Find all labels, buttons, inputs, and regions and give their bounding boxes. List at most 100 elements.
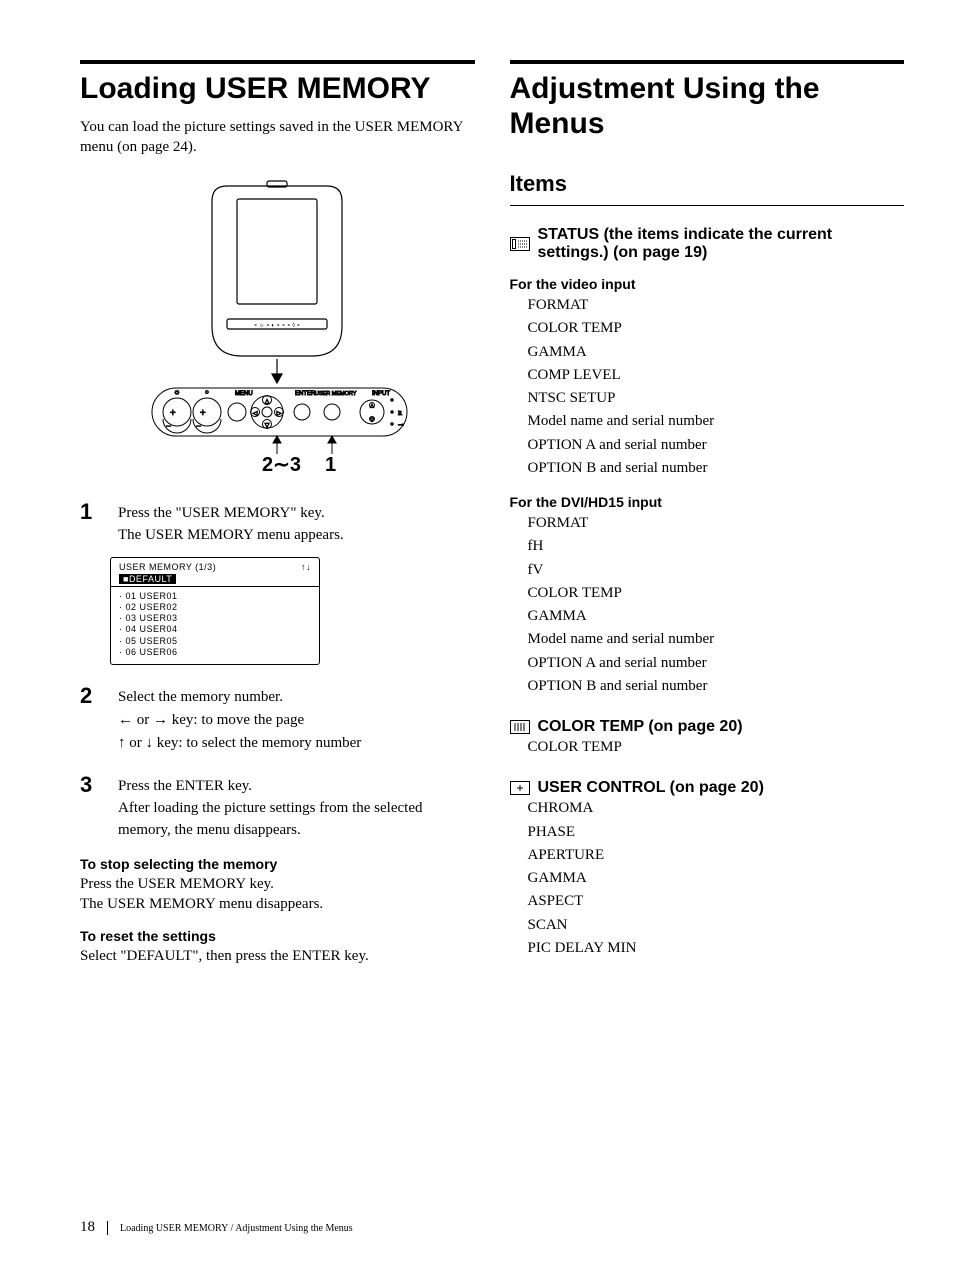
menu-title: USER MEMORY (1/3) — [119, 562, 216, 572]
enter-label: ENTER — [295, 391, 316, 397]
list-item: fV — [528, 559, 905, 582]
callout-1: 1 — [325, 454, 336, 476]
list-item: COLOR TEMP — [528, 317, 905, 340]
right-column: Adjustment Using the Menus Items STATUS … — [510, 60, 905, 966]
list-item: fH — [528, 535, 905, 558]
svg-text:−: − — [166, 421, 171, 431]
list-item: COLOR TEMP — [528, 736, 905, 759]
list-item: ASPECT — [528, 890, 905, 913]
list-item: FORMAT — [528, 512, 905, 535]
left-arrow-icon: ← — [118, 711, 133, 728]
reset-heading: To reset the settings — [80, 928, 475, 944]
monitor-dots: ∘ ☼ ∘ ◐ ∘ ∘ ∘ ◊ ∘ — [254, 322, 301, 329]
svg-text:△: △ — [265, 399, 270, 405]
step-1-line-1: Press the "USER MEMORY" key. — [118, 503, 344, 525]
step-number: 2 — [80, 683, 102, 754]
user-memory-menu-figure: USER MEMORY (1/3) ↑↓ ■DEFAULT · 01 USER0… — [110, 557, 320, 666]
list-item: NTSC SETUP — [528, 387, 905, 410]
input-label: INPUT — [372, 391, 390, 397]
color-temp-icon — [510, 720, 530, 734]
svg-text:+: + — [170, 408, 176, 419]
user-control-icon — [510, 781, 530, 795]
heading-loading-user-memory: Loading USER MEMORY — [80, 72, 475, 107]
list-item: PIC DELAY MIN — [528, 937, 905, 960]
list-item: OPTION B and serial number — [528, 675, 905, 698]
menu-entry: · 05 USER05 — [119, 636, 311, 647]
user-memory-label: USER MEMORY — [315, 391, 357, 397]
stop-line-1: Press the USER MEMORY key. — [80, 874, 475, 894]
step-2: 2 Select the memory number. ← or → key: … — [80, 683, 475, 754]
list-item: Model name and serial number — [528, 628, 905, 651]
video-input-head: For the video input — [510, 276, 905, 292]
list-item: FORMAT — [528, 294, 905, 317]
step-1: 1 Press the "USER MEMORY" key. The USER … — [80, 499, 475, 547]
status-section-head: STATUS (the items indicate the current s… — [510, 226, 905, 262]
list-item: OPTION B and serial number — [528, 457, 905, 480]
step-number: 1 — [80, 499, 102, 547]
svg-text:△: △ — [370, 403, 374, 409]
list-item: COMP LEVEL — [528, 364, 905, 387]
menu-entry: · 02 USER02 — [119, 602, 311, 613]
rule — [80, 60, 475, 64]
menu-arrows: ↑↓ — [301, 562, 311, 572]
menu-entry: · 03 USER03 — [119, 613, 311, 624]
status-icon — [510, 237, 530, 251]
menu-label: MENU — [235, 391, 253, 397]
step-2-line-1: Select the memory number. — [118, 687, 361, 709]
down-arrow-icon: ↓ — [146, 734, 154, 751]
rule — [510, 60, 905, 64]
list-item: Model name and serial number — [528, 410, 905, 433]
svg-text:R: R — [398, 411, 402, 417]
list-item: GAMMA — [528, 867, 905, 890]
footer-separator — [107, 1221, 108, 1235]
callout-2-3: 2∼3 — [262, 454, 301, 476]
status-head-text: STATUS (the items indicate the current s… — [538, 226, 905, 262]
list-item: GAMMA — [528, 605, 905, 628]
step-3-line-2: After loading the picture settings from … — [118, 798, 475, 842]
stop-line-2: The USER MEMORY menu disappears. — [80, 894, 475, 914]
thin-rule — [510, 205, 905, 206]
list-item: COLOR TEMP — [528, 582, 905, 605]
footer-text: Loading USER MEMORY / Adjustment Using t… — [120, 1223, 353, 1234]
svg-text:◐: ◐ — [205, 388, 209, 396]
svg-text:☼: ☼ — [174, 388, 180, 396]
monitor-figure: ∘ ☼ ∘ ◐ ∘ ∘ ∘ ◊ ∘ + − ☼ + − ◐ MENU — [127, 171, 427, 481]
list-item: CHROMA — [528, 797, 905, 820]
step-number: 3 — [80, 772, 102, 841]
menu-entry: · 04 USER04 — [119, 624, 311, 635]
reset-line-1: Select "DEFAULT", then press the ENTER k… — [80, 946, 475, 966]
svg-text:+: + — [200, 408, 206, 419]
step-3: 3 Press the ENTER key. After loading the… — [80, 772, 475, 841]
list-item: APERTURE — [528, 844, 905, 867]
menu-entry: · 06 USER06 — [119, 647, 311, 658]
list-item: GAMMA — [528, 341, 905, 364]
step-2-line-2: ← or → key: to move the page — [118, 709, 361, 732]
svg-text:▷: ▷ — [277, 411, 282, 417]
step-2-line-3: ↑ or ↓ key: to select the memory number — [118, 732, 361, 755]
right-arrow-icon: → — [153, 711, 168, 728]
list-item: OPTION A and serial number — [528, 434, 905, 457]
svg-text:−: − — [196, 421, 201, 431]
list-item: SCAN — [528, 914, 905, 937]
svg-text:▽: ▽ — [265, 423, 270, 429]
menu-default: DEFAULT — [129, 574, 172, 584]
up-arrow-icon: ↑ — [118, 734, 126, 751]
user-control-section-head: USER CONTROL (on page 20) — [510, 779, 905, 797]
page-footer: 18 Loading USER MEMORY / Adjustment Usin… — [80, 1219, 353, 1236]
menu-entry: · 01 USER01 — [119, 591, 311, 602]
items-subheading: Items — [510, 171, 905, 197]
dvi-input-head: For the DVI/HD15 input — [510, 494, 905, 510]
intro-text: You can load the picture settings saved … — [80, 117, 475, 158]
list-item: OPTION A and serial number — [528, 652, 905, 675]
step-3-line-1: Press the ENTER key. — [118, 776, 475, 798]
svg-text:◁: ◁ — [253, 411, 258, 417]
step-1-line-2: The USER MEMORY menu appears. — [118, 525, 344, 547]
stop-selecting-heading: To stop selecting the memory — [80, 856, 475, 872]
color-temp-section-head: COLOR TEMP (on page 20) — [510, 718, 905, 736]
svg-text:▽: ▽ — [370, 417, 374, 423]
list-item: PHASE — [528, 821, 905, 844]
color-temp-head-text: COLOR TEMP (on page 20) — [538, 718, 743, 736]
svg-text:⊸: ⊸ — [398, 421, 404, 429]
user-control-head-text: USER CONTROL (on page 20) — [538, 779, 764, 797]
heading-adjustment-using-menus: Adjustment Using the Menus — [510, 72, 905, 141]
